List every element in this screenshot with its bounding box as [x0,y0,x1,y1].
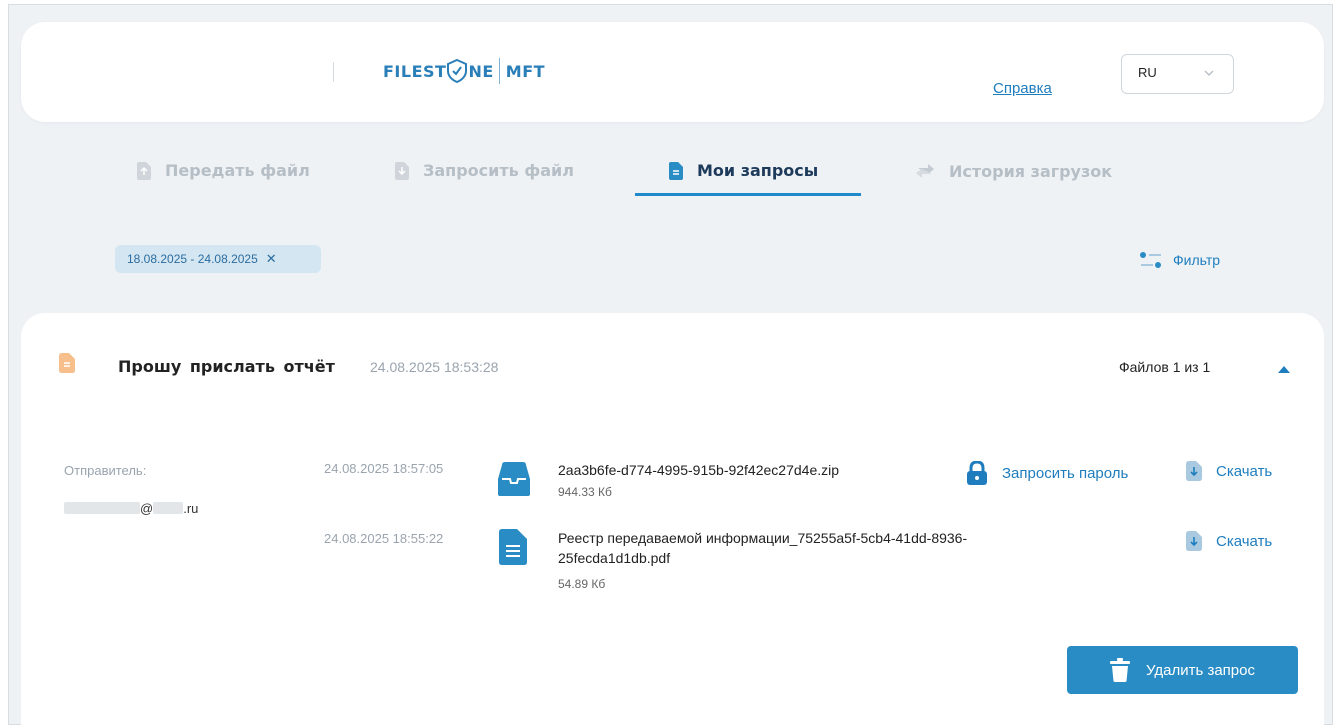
document-icon [669,161,683,180]
logo-text-right: MFT [505,61,546,81]
file-size: 944.33 Кб [558,485,612,499]
language-value: RU [1138,65,1157,80]
tab-label: История загрузок [949,161,1113,181]
request-password-label: Запросить пароль [1002,464,1129,482]
download-button[interactable]: Скачать [1186,461,1272,481]
close-icon[interactable]: ✕ [266,251,277,267]
swap-arrows-icon [916,164,934,178]
header: FILEST NE MFT Справка RU [21,22,1324,122]
download-label: Скачать [1216,532,1273,550]
request-password-button[interactable]: Запросить пароль [966,461,1128,485]
archive-icon [498,462,530,496]
tab-request-file[interactable]: Запросить файл [395,161,574,180]
tab-send-file[interactable]: Передать файл [137,161,310,180]
request-document-icon [59,353,75,373]
logo-separator [498,58,500,84]
lock-icon [967,461,987,485]
request-title: Прошу прислать отчёт [118,357,335,376]
chevron-down-icon [1204,70,1214,76]
download-label: Скачать [1216,462,1273,480]
request-card: Прошу прислать отчёт 24.08.2025 18:53:28… [21,313,1324,725]
logo-text-left: FILEST [383,61,447,81]
file-size: 54.89 Кб [558,577,606,591]
trash-icon [1110,658,1131,682]
language-select[interactable]: RU [1121,54,1234,94]
filter-settings-icon [1140,252,1161,268]
tab-label: Запросить файл [423,161,574,180]
file-time: 24.08.2025 18:55:22 [324,531,444,546]
upload-file-icon [137,161,151,180]
date-range-chip[interactable]: 18.08.2025 - 24.08.2025 ✕ [115,245,321,273]
document-icon [499,529,527,565]
redacted-text [153,502,184,514]
help-link[interactable]: Справка [993,80,1052,97]
logo-text-mid: NE [468,61,494,81]
file-name[interactable]: Реестр передаваемой информации_75255a5f-… [558,528,1068,568]
filter-button[interactable]: Фильтр [1139,250,1220,270]
header-divider [333,62,334,82]
tab-my-requests[interactable]: Мои запросы [669,161,818,180]
file-time: 24.08.2025 18:57:05 [324,461,444,476]
tab-label: Мои запросы [697,161,819,180]
delete-request-label: Удалить запрос [1146,661,1255,679]
tab-label: Передать файл [165,161,310,180]
collapse-arrow-icon[interactable] [1278,365,1290,373]
download-button[interactable]: Скачать [1186,531,1272,551]
sender-email: @ .ru [64,500,199,516]
download-file-icon [1186,531,1202,551]
active-tab-indicator [635,193,861,196]
redacted-text [64,502,140,514]
files-count: Файлов 1 из 1 [1119,359,1211,375]
sender-label: Отправитель: [64,463,147,478]
app-window: FILEST NE MFT Справка RU Передать файл З… [8,4,1333,725]
sender-email-at: @ [140,500,154,516]
download-file-icon [395,161,409,180]
date-range-value: 18.08.2025 - 24.08.2025 [127,252,258,266]
shield-logo-icon [447,59,468,83]
file-name[interactable]: 2aa3b6fe-d774-4995-915b-92f42ec27d4e.zip [558,460,839,480]
tab-upload-history[interactable]: История загрузок [915,161,1112,181]
logo[interactable]: FILEST NE MFT [383,54,545,88]
delete-request-button[interactable]: Удалить запрос [1067,646,1298,694]
sender-email-domain: .ru [183,500,199,516]
download-file-icon [1186,461,1202,481]
request-date: 24.08.2025 18:53:28 [370,359,499,375]
filter-label: Фильтр [1173,252,1221,268]
